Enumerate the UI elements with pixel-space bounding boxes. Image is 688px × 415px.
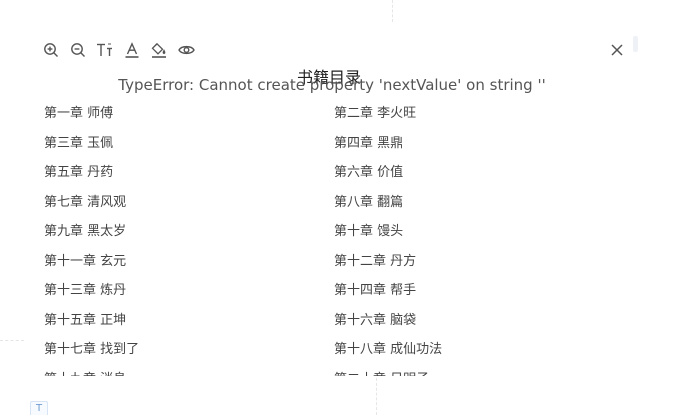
text-tool-icon[interactable]: T [30,401,48,415]
font-color-icon[interactable] [123,41,141,59]
chapter-item[interactable]: 第十章 馒头 [334,222,624,252]
eye-icon[interactable] [177,41,195,59]
chapter-item[interactable]: 第十六章 脑袋 [334,311,624,341]
chapter-item[interactable]: 第十八章 成仙功法 [334,340,624,370]
chapter-item[interactable]: 第二十章 日明子 [334,370,624,377]
chapter-list[interactable]: 第一章 师傅 第二章 李火旺 第三章 玉佩 第四章 黑鼎 第五章 丹药 第六章 价值 第七章… [0,100,688,376]
chapter-item[interactable]: 第五章 丹药 [44,163,334,193]
chapter-grid: 第一章 师傅 第二章 李火旺 第三章 玉佩 第四章 黑鼎 第五章 丹药 第六章 价值 第七章… [44,104,644,376]
chapter-item[interactable]: 第十九章 消息 [44,370,334,377]
chapter-item[interactable]: 第十一章 玄元 [44,252,334,282]
reader-toolbar [42,40,204,60]
chapter-item[interactable]: 第十四章 帮手 [334,281,624,311]
zoom-in-icon[interactable] [42,41,60,59]
chapter-item[interactable]: 第十七章 找到了 [44,340,334,370]
zoom-out-icon[interactable] [69,41,87,59]
chapter-item[interactable]: 第四章 黑鼎 [334,134,624,164]
chapter-item[interactable]: 第八章 翻篇 [334,193,624,223]
close-icon[interactable] [607,40,627,60]
error-message: TypeError: Cannot create property 'nextV… [118,76,546,94]
chapter-item[interactable]: 第六章 价值 [334,163,624,193]
chapter-item[interactable]: 第一章 师傅 [44,104,334,134]
chapter-item[interactable]: 第十三章 炼丹 [44,281,334,311]
scrollbar-thumb[interactable] [633,36,638,52]
fill-color-icon[interactable] [150,41,168,59]
chapter-item[interactable]: 第七章 清风观 [44,193,334,223]
chapter-item[interactable]: 第三章 玉佩 [44,134,334,164]
chapter-item[interactable]: 第十二章 丹方 [334,252,624,282]
background-guide-line [392,0,393,22]
reader-panel: 书籍目录 TypeError: Cannot create property '… [0,0,688,415]
background-guide-line [376,378,377,415]
chapter-item[interactable]: 第十五章 正坤 [44,311,334,341]
chapter-item[interactable]: 第二章 李火旺 [334,104,624,134]
text-size-icon[interactable] [96,41,114,59]
chapter-item[interactable]: 第九章 黑太岁 [44,222,334,252]
